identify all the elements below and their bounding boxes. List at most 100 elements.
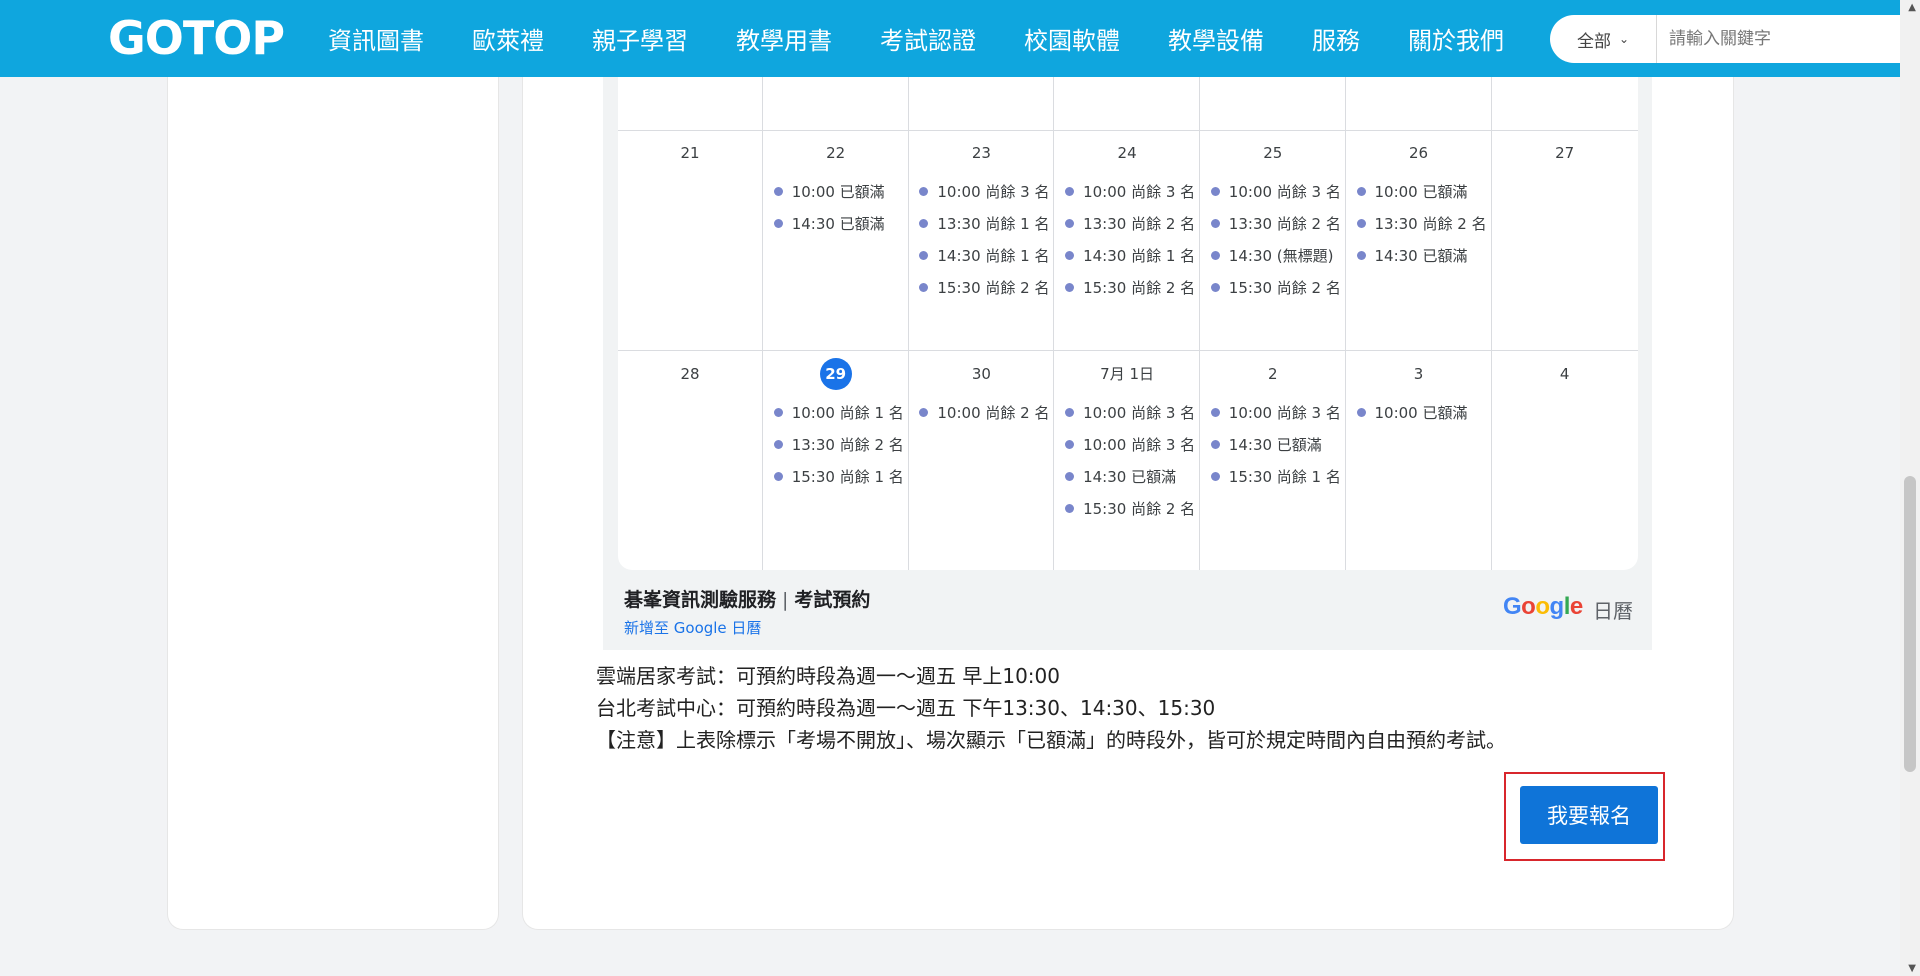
calendar-event[interactable]: 13:30 尚餘 2 名 [764,429,908,461]
calendar-event[interactable]: 14:30 已額滿 [1055,461,1199,493]
calendar-event[interactable]: 15:30 尚餘 1 名 [764,461,908,493]
today-date-number: 29 [764,358,908,390]
event-label: 15:30 尚餘 1 名 [791,468,904,486]
calendar-event[interactable]: 10:00 已額滿 [764,176,908,208]
calendar-event[interactable]: 13:30 尚餘 2 名 [1055,208,1199,240]
calendar-day-cell[interactable]: 27 [1492,130,1637,350]
nav-item-certification[interactable]: 考試認證 [880,21,976,56]
nav-item-textbooks[interactable]: 教學用書 [736,21,832,56]
date-number: 4 [1492,363,1637,385]
date-number-text: 28 [680,365,700,383]
event-dot-icon [1065,283,1075,292]
calendar-event[interactable]: 10:00 尚餘 2 名 [909,397,1053,429]
event-label: 10:00 尚餘 3 名 [937,183,1050,201]
calendar-day-cell[interactable]: 7月 1日 10:00 尚餘 3 名 10:00 尚餘 3 名 14:30 已額滿 15… [1055,351,1201,570]
calendar-day-cell[interactable] [1347,77,1492,130]
calendar-event[interactable]: 10:00 尚餘 3 名 [1201,176,1345,208]
calendar-event[interactable]: 14:30 尚餘 1 名 [909,240,1053,272]
calendar-day-cell[interactable]: 26 10:00 已額滿 13:30 尚餘 2 名 14:30 已額滿 [1347,130,1492,350]
calendar-day-cell[interactable] [1055,77,1201,130]
calendar-event[interactable]: 15:30 尚餘 1 名 [1201,461,1345,493]
event-list: 10:00 尚餘 3 名 13:30 尚餘 2 名 14:30 (無標題) 15:30… [1201,176,1345,304]
event-dot-icon [773,408,783,417]
nav-item-oreilly[interactable]: 歐萊禮 [472,21,544,56]
nav-item-teaching-equipment[interactable]: 教學設備 [1168,21,1264,56]
event-label: 13:30 尚餘 2 名 [791,436,904,454]
calendar-title-separator: | [782,589,789,611]
event-dot-icon [919,251,929,260]
calendar-event[interactable]: 10:00 尚餘 3 名 [1055,176,1199,208]
calendar-event[interactable]: 15:30 尚餘 2 名 [1055,493,1199,525]
event-dot-icon [1356,187,1366,196]
event-dot-icon [773,187,783,196]
calendar-event[interactable]: 10:00 已額滿 [1347,176,1491,208]
calendar-event[interactable]: 14:30 已額滿 [764,208,908,240]
calendar-day-cell[interactable]: 30 10:00 尚餘 2 名 [909,351,1055,570]
calendar-event[interactable]: 14:30 已額滿 [1201,429,1345,461]
calendar-day-cell[interactable]: 21 [618,130,763,350]
google-logo[interactable]: Google [1503,593,1583,621]
info-line-notice: 【注意】上表除標示「考場不開放」、場次顯示「已額滿」的時段外，皆可於規定時間內自… [596,728,1506,752]
calendar-event[interactable]: 10:00 尚餘 3 名 [909,176,1053,208]
event-list: 10:00 已額滿 13:30 尚餘 2 名 14:30 已額滿 [1347,176,1491,272]
search-category-select[interactable]: 全部 ⌄ [1550,15,1657,63]
nav-item-about-us[interactable]: 關於我們 [1408,21,1504,56]
calendar-day-cell[interactable]: 3 10:00 已額滿 [1347,351,1492,570]
calendar-event[interactable]: 13:30 尚餘 2 名 [1347,208,1491,240]
calendar-day-cell[interactable]: 25 10:00 尚餘 3 名 13:30 尚餘 2 名 14:30 (無標題) 15:… [1201,130,1346,350]
nav-item-parenting[interactable]: 親子學習 [592,21,688,56]
calendar-event[interactable]: 13:30 尚餘 2 名 [1201,208,1345,240]
calendar-day-cell[interactable]: 4 [1492,351,1637,570]
calendar-event[interactable]: 14:30 尚餘 1 名 [1055,240,1199,272]
event-label: 15:30 尚餘 2 名 [1083,500,1196,518]
scroll-up-arrow-icon[interactable]: ▲ [1908,2,1916,13]
calendar-day-cell[interactable]: 2 10:00 尚餘 3 名 14:30 已額滿 15:30 尚餘 1 名 [1201,351,1346,570]
calendar-event[interactable]: 10:00 尚餘 3 名 [1055,397,1199,429]
event-list: 10:00 尚餘 3 名 13:30 尚餘 2 名 14:30 尚餘 1 名 15:3… [1055,176,1199,304]
register-button[interactable]: 我要報名 [1520,786,1658,844]
calendar-day-cell[interactable] [618,77,763,130]
calendar-day-cell[interactable]: 28 [618,351,763,570]
top-header: GOTOP 資訊圖書 歐萊禮 親子學習 教學用書 考試認證 校園軟體 教學設備 … [0,0,1920,77]
add-to-google-calendar-link[interactable]: 新增至 Google 日曆 [624,617,761,638]
event-dot-icon [1356,251,1366,260]
calendar-event[interactable]: 10:00 已額滿 [1347,397,1491,429]
scroll-down-arrow-icon[interactable]: ▼ [1908,963,1916,974]
calendar-event[interactable]: 15:30 尚餘 2 名 [1201,272,1345,304]
calendar-day-cell[interactable] [1492,77,1637,130]
page-scrollbar[interactable]: ▲ ▼ [1900,0,1920,976]
search-input[interactable] [1667,16,1911,62]
calendar-event[interactable]: 10:00 尚餘 3 名 [1201,397,1345,429]
calendar-event[interactable]: 15:30 尚餘 2 名 [909,272,1053,304]
date-number-text: 24 [1117,144,1137,162]
google-calendar-label[interactable]: 日曆 [1593,595,1633,624]
google-calendar-embed: 21 22 10:00 已額滿 14:30 已額滿 23 10:00 尚餘 3 名 13:3… [603,77,1652,650]
event-label: 10:00 尚餘 3 名 [1083,183,1196,201]
calendar-day-cell[interactable] [909,77,1055,130]
date-number-text: 7月 1日 [1100,365,1155,383]
event-label: 10:00 已額滿 [791,183,885,201]
nav-item-services[interactable]: 服務 [1312,21,1360,56]
gotop-logo[interactable]: GOTOP [108,14,285,62]
scrollbar-thumb[interactable] [1904,476,1916,772]
calendar-event[interactable]: 13:30 尚餘 1 名 [909,208,1053,240]
nav-item-campus-software[interactable]: 校園軟體 [1024,21,1120,56]
calendar-day-cell[interactable]: 24 10:00 尚餘 3 名 13:30 尚餘 2 名 14:30 尚餘 1 名 15… [1055,130,1201,350]
nav-item-info-books[interactable]: 資訊圖書 [328,21,424,56]
calendar-event[interactable]: 14:30 (無標題) [1201,240,1345,272]
calendar-event[interactable]: 10:00 尚餘 3 名 [1055,429,1199,461]
date-number-text: 26 [1408,144,1429,162]
event-label: 10:00 尚餘 3 名 [1228,404,1341,422]
calendar-event[interactable]: 10:00 尚餘 1 名 [764,397,908,429]
date-number-text: 23 [971,144,991,162]
calendar-event[interactable]: 14:30 已額滿 [1347,240,1491,272]
calendar-day-cell[interactable]: 23 10:00 尚餘 3 名 13:30 尚餘 1 名 14:30 尚餘 1 名 15… [909,130,1055,350]
calendar-day-cell[interactable] [764,77,909,130]
calendar-event[interactable]: 15:30 尚餘 2 名 [1055,272,1199,304]
calendar-day-cell[interactable]: 22 10:00 已額滿 14:30 已額滿 [764,130,909,350]
event-list: 10:00 尚餘 1 名 13:30 尚餘 2 名 15:30 尚餘 1 名 [764,397,908,493]
event-dot-icon [1356,219,1366,228]
calendar-title: 碁峯資訊測驗服務 | 考試預約 [624,585,870,612]
calendar-day-cell[interactable] [1201,77,1346,130]
calendar-day-cell[interactable]: 29 10:00 尚餘 1 名 13:30 尚餘 2 名 15:30 尚餘 1 名 [764,351,909,570]
